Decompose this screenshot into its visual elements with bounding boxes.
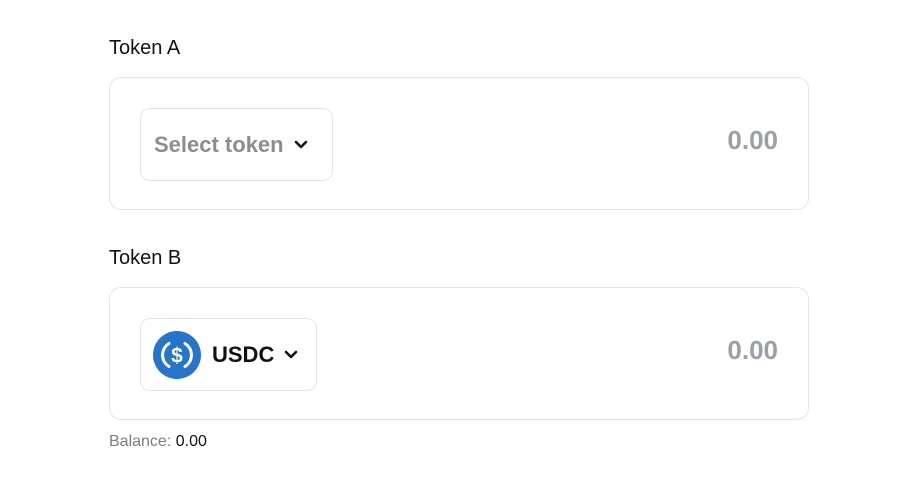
balance-value: 0.00 — [175, 433, 207, 450]
svg-text:$: $ — [171, 344, 183, 367]
token-b-amount-input[interactable] — [578, 335, 778, 366]
chevron-down-icon — [294, 140, 307, 148]
balance-label: Balance: — [109, 433, 172, 450]
usdc-icon: $ — [153, 330, 201, 379]
token-a-panel: Select token — [109, 77, 809, 210]
chevron-down-icon — [285, 350, 298, 358]
token-pair-form: Token A Select token Token B $ USDC Ba — [0, 0, 908, 482]
token-a-amount-input[interactable] — [578, 125, 778, 156]
token-a-select-label: Select token — [154, 131, 284, 157]
token-a-label: Token A — [109, 37, 181, 59]
token-b-select-button[interactable]: $ USDC — [140, 318, 317, 391]
token-b-balance: Balance: 0.00 — [109, 434, 207, 450]
token-a-select-button[interactable]: Select token — [140, 108, 333, 181]
token-b-label: Token B — [109, 247, 182, 269]
token-b-panel: $ USDC — [109, 287, 809, 420]
token-b-selected-symbol: USDC — [212, 341, 275, 367]
